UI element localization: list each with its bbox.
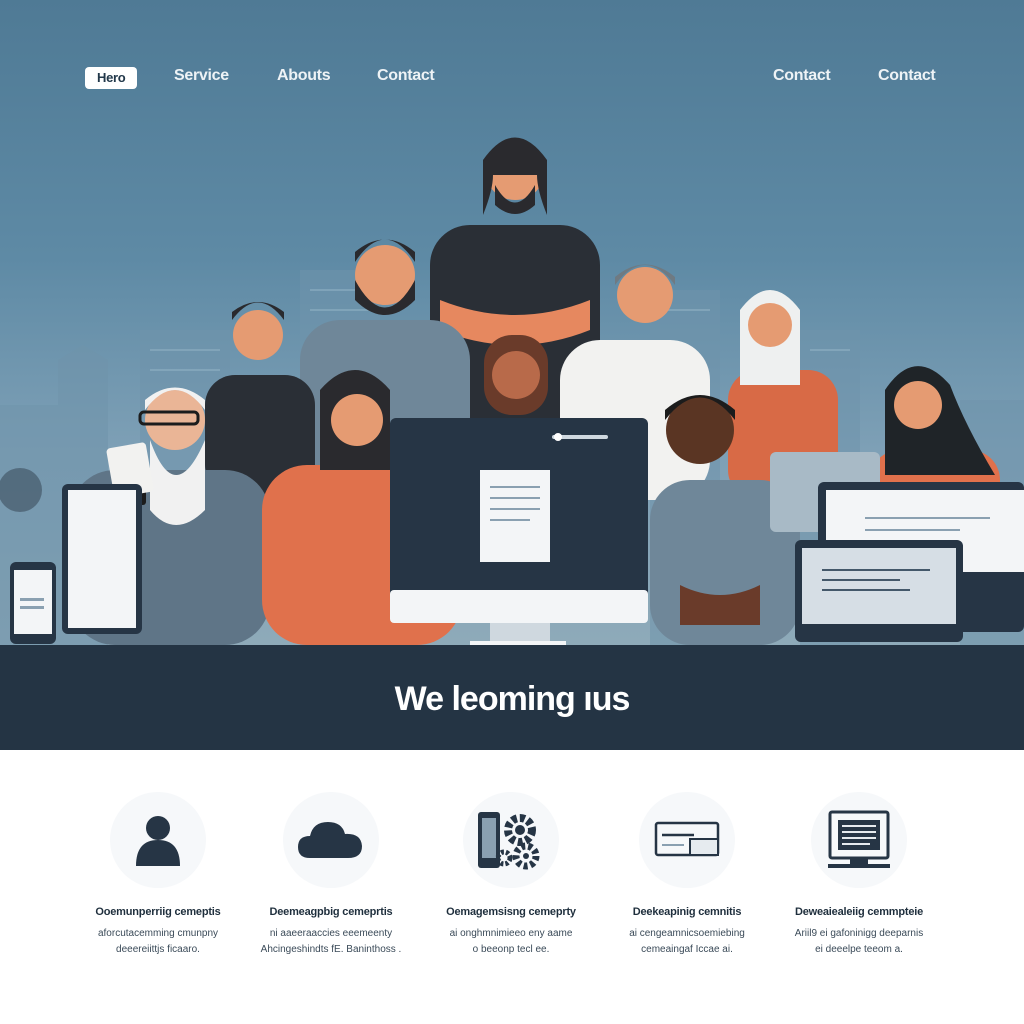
- feature-text-line: Ariil9 ei gafoninigg deeparnis: [794, 928, 924, 939]
- hero-illustration: [0, 137, 1024, 645]
- feature-icon-wrap: [110, 792, 206, 888]
- nav-item-abouts[interactable]: Abouts: [277, 64, 331, 88]
- feature-text-line: cemeaingaf Iccae ai.: [641, 944, 733, 955]
- feature-icon-wrap: [463, 792, 559, 888]
- feature-text-line: o beeonp tecl ee.: [472, 944, 550, 955]
- feature-title: Deemeagpbig cemeprtis: [269, 906, 393, 918]
- feature-card-4: Deekeapinig cemnitis ai cengeamnicsoemie…: [592, 792, 782, 958]
- banner-title: We leoming ıus: [394, 680, 631, 718]
- nav-item-contact[interactable]: Contact: [377, 64, 435, 88]
- feature-text-line: ai onghmnimieeo eny aame: [449, 928, 573, 939]
- feature-icon-wrap: [283, 792, 379, 888]
- feature-text-line: ni aaeeraaccies eeemeenty: [269, 928, 393, 939]
- feature-text-line: deeereiittjs ficaaro.: [116, 944, 200, 955]
- feature-card-1: Ooemunperriig cemeptis aforcutacemming c…: [63, 792, 253, 958]
- feature-icon-wrap: [811, 792, 907, 888]
- feature-title: Deweaiealeiig cemmpteie: [794, 906, 924, 918]
- nav-item-hero[interactable]: Hero: [85, 67, 138, 89]
- gear-icon: [478, 812, 540, 870]
- nav-item-service[interactable]: Service: [174, 64, 229, 88]
- feature-title: Oemagemsisng cemeprty: [446, 906, 576, 918]
- nav-item-contact-3[interactable]: Contact: [878, 64, 936, 88]
- feature-title: Deekeapinig cemnitis: [632, 906, 742, 918]
- hero-section: Hero Service Abouts Contact Contact Cont…: [0, 0, 1024, 645]
- features-section: Ooemunperriig cemeptis aforcutacemming c…: [0, 750, 1024, 1024]
- user-icon: [136, 816, 180, 866]
- feature-text-line: ei deeelpe teeom a.: [815, 944, 903, 955]
- feature-card-2: Deemeagpbig cemeprtis ni aaeeraaccies ee…: [236, 792, 426, 958]
- cloud-icon: [298, 822, 362, 858]
- window-icon: [654, 821, 720, 857]
- top-nav: Hero Service Abouts Contact Contact Cont…: [0, 64, 1024, 90]
- feature-card-3: Oemagemsisng cemeprty ai onghmnimieeo en…: [416, 792, 606, 958]
- feature-text-line: aforcutacemming cmunpny: [97, 928, 219, 939]
- nav-item-contact-2[interactable]: Contact: [773, 64, 831, 88]
- feature-text-line: Ahcingeshindts fE. Baninthoss .: [260, 944, 402, 955]
- feature-icon-wrap: [639, 792, 735, 888]
- feature-title: Ooemunperriig cemeptis: [95, 906, 221, 918]
- feature-text-line: ai cengeamnicsoemiebing: [629, 928, 745, 939]
- monitor-icon: [828, 810, 890, 868]
- feature-card-5: Deweaiealeiig cemmpteie Ariil9 ei gafoni…: [764, 792, 954, 958]
